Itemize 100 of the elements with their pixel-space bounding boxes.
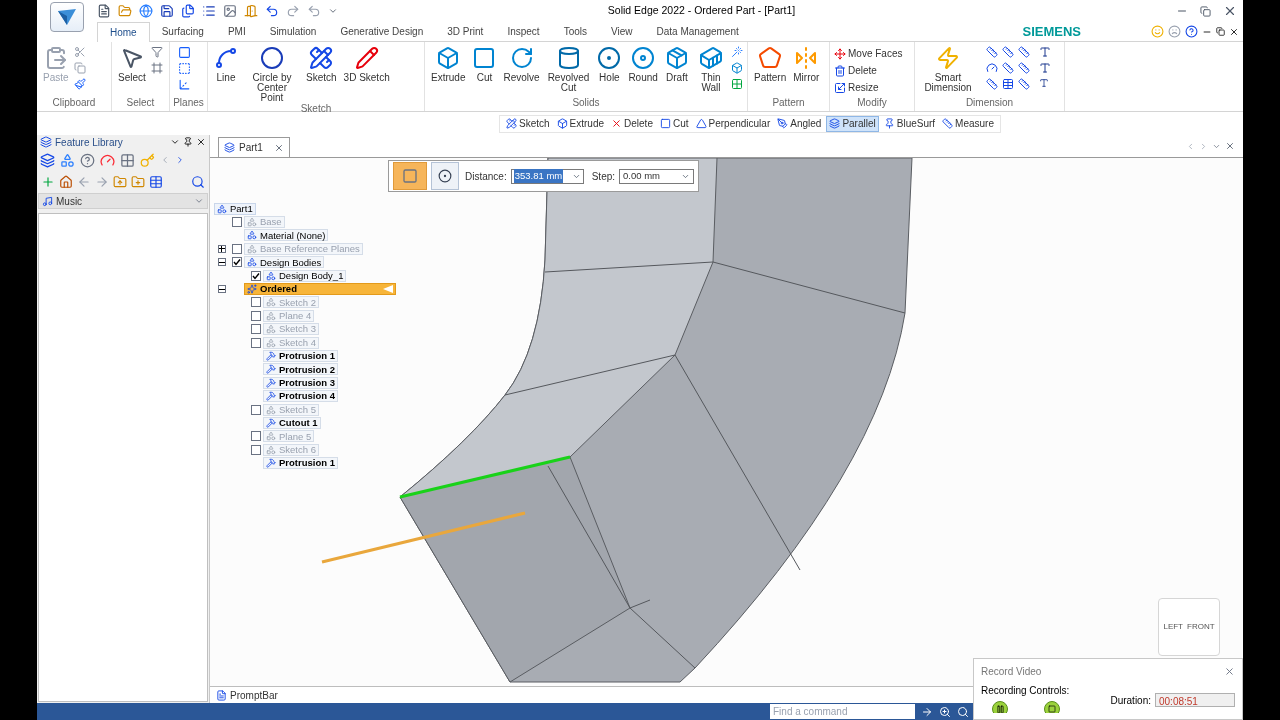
command-button[interactable]: Perpendicular xyxy=(693,115,773,132)
checkbox[interactable] xyxy=(250,324,261,335)
wand-icon xyxy=(731,46,743,58)
marker-icon xyxy=(247,284,257,295)
tree-item[interactable]: Ordered xyxy=(244,283,396,296)
ribbon-button[interactable]: Draft xyxy=(662,46,691,83)
expander-icon[interactable] xyxy=(217,244,226,253)
step-field[interactable]: 0.00 mm xyxy=(619,168,695,184)
command-button[interactable]: Sketch xyxy=(504,115,552,132)
ribbon-button[interactable]: Delete xyxy=(834,63,903,78)
ribbon-tab[interactable]: Simulation xyxy=(257,21,329,41)
expander-icon[interactable] xyxy=(217,285,226,294)
mode-button[interactable] xyxy=(431,162,459,190)
ribbon-button[interactable]: Revolve xyxy=(501,46,542,83)
ribbon-tab[interactable]: Home xyxy=(97,22,150,42)
distance-field[interactable]: 353.81 mm xyxy=(510,168,584,184)
checkbox[interactable] xyxy=(250,337,261,348)
checkbox[interactable] xyxy=(250,404,261,415)
ribbon-tab[interactable]: Generative Design xyxy=(328,21,436,41)
checkbox[interactable] xyxy=(231,243,242,254)
feature-icon xyxy=(266,364,276,375)
ribbon-button[interactable]: Round xyxy=(626,46,660,83)
keypoint-icon xyxy=(438,169,452,183)
ribbon-button[interactable]: Move Faces xyxy=(834,46,903,61)
ribbon-button[interactable]: Sketch xyxy=(304,46,339,83)
tree-item[interactable]: Protrusion 3 xyxy=(263,376,338,389)
document-tab[interactable]: Part1 xyxy=(218,137,290,157)
duration-label: Duration: xyxy=(1110,694,1151,708)
dropdown-icon xyxy=(170,137,180,147)
ribbon-tab[interactable]: 3D Print xyxy=(435,21,496,41)
brand-logo: SIEMENS xyxy=(1022,22,1081,41)
scroll-right-icon xyxy=(1199,141,1208,151)
checkbox[interactable] xyxy=(231,217,242,228)
checkbox[interactable] xyxy=(250,431,261,442)
command-button[interactable]: Cut xyxy=(657,115,691,132)
view-cube-face[interactable]: LEFT xyxy=(1163,621,1183,633)
checkbox[interactable] xyxy=(231,257,242,268)
tree-item[interactable]: Protrusion 1 xyxy=(263,350,338,362)
plane-icon xyxy=(178,62,191,75)
ribbon-button[interactable]: Select xyxy=(116,46,148,83)
ribbon-tab[interactable]: Tools xyxy=(551,21,599,41)
tree-item[interactable]: Protrusion 2 xyxy=(263,363,338,376)
checkbox[interactable] xyxy=(250,444,261,455)
pattern-icon xyxy=(758,46,783,70)
group-label: Select xyxy=(125,97,156,109)
rollback-marker-icon[interactable] xyxy=(383,285,393,294)
ribbon-tab[interactable]: Data Management xyxy=(644,21,751,41)
checkbox[interactable] xyxy=(250,297,261,308)
window-title: Solid Edge 2022 - Ordered Part - [Part1] xyxy=(607,3,796,19)
ribbon-button[interactable]: Extrude xyxy=(429,46,468,83)
application-button[interactable] xyxy=(50,2,84,32)
ribbon-button[interactable]: Revolved Cut xyxy=(544,46,593,93)
ribbon-button[interactable]: Pattern xyxy=(752,46,789,83)
group-label: Planes xyxy=(172,97,205,109)
group-label: Dimension xyxy=(964,97,1015,109)
view-cube-face[interactable]: FRONT xyxy=(1187,621,1215,633)
ribbon-tab[interactable]: Inspect xyxy=(495,21,552,41)
tree-item[interactable]: Part1 xyxy=(214,202,256,215)
command-button[interactable]: Measure xyxy=(940,115,996,132)
ribbon-button[interactable]: Hole xyxy=(595,46,624,83)
command-button[interactable]: Angled xyxy=(775,115,824,132)
ribbon-button[interactable]: Resize xyxy=(834,80,903,95)
dimension-icon xyxy=(986,46,998,58)
tree-item[interactable]: Material (None) xyxy=(244,229,329,242)
expander-icon[interactable] xyxy=(217,258,226,267)
feature-icon xyxy=(266,270,276,281)
command-button[interactable]: Parallel xyxy=(826,115,879,132)
command-button[interactable]: BlueSurf xyxy=(881,115,938,132)
folder-up-icon xyxy=(113,175,127,189)
ribbon-tab[interactable]: View xyxy=(599,21,645,41)
delete-icon xyxy=(611,118,623,129)
box-icon xyxy=(556,118,568,129)
tree-item[interactable]: Design Body_1 xyxy=(263,269,347,282)
ribbon-button[interactable]: 3D Sketch xyxy=(341,46,392,83)
folder-dropdown[interactable]: Music xyxy=(38,193,208,209)
tree-item[interactable]: Protrusion 1 xyxy=(263,457,338,470)
command-button[interactable]: Extrude xyxy=(554,115,607,132)
open-folder-icon xyxy=(118,4,132,18)
ribbon-tab[interactable]: Surfacing xyxy=(149,21,216,41)
forward-icon xyxy=(95,175,109,189)
ribbon-button[interactable]: Thin Wall xyxy=(693,46,728,93)
ribbon-button[interactable]: Cut xyxy=(470,46,499,83)
feature-icon xyxy=(266,377,276,388)
tree-item[interactable]: Protrusion 4 xyxy=(263,390,338,403)
checkbox[interactable] xyxy=(250,270,261,281)
tree-item[interactable]: Cutout 1 xyxy=(263,416,321,429)
resize-icon xyxy=(834,81,846,94)
tree-item[interactable]: Design Bodies xyxy=(244,256,325,269)
ribbon-tab[interactable]: PMI xyxy=(215,21,258,41)
command-button[interactable]: Delete xyxy=(609,115,655,132)
ribbon-button[interactable]: Line xyxy=(212,46,240,83)
ribbon-button[interactable]: Mirror xyxy=(791,46,822,83)
filter-icon xyxy=(150,46,163,58)
command-search-field[interactable]: Find a command xyxy=(770,704,915,719)
box-icon xyxy=(436,46,461,70)
ribbon-button[interactable]: Circle by Center Point xyxy=(243,46,301,103)
checkbox[interactable] xyxy=(250,310,261,321)
ribbon-button[interactable]: Smart Dimension xyxy=(919,46,977,93)
restore-icon xyxy=(1216,27,1225,36)
copy-icon xyxy=(73,62,86,74)
